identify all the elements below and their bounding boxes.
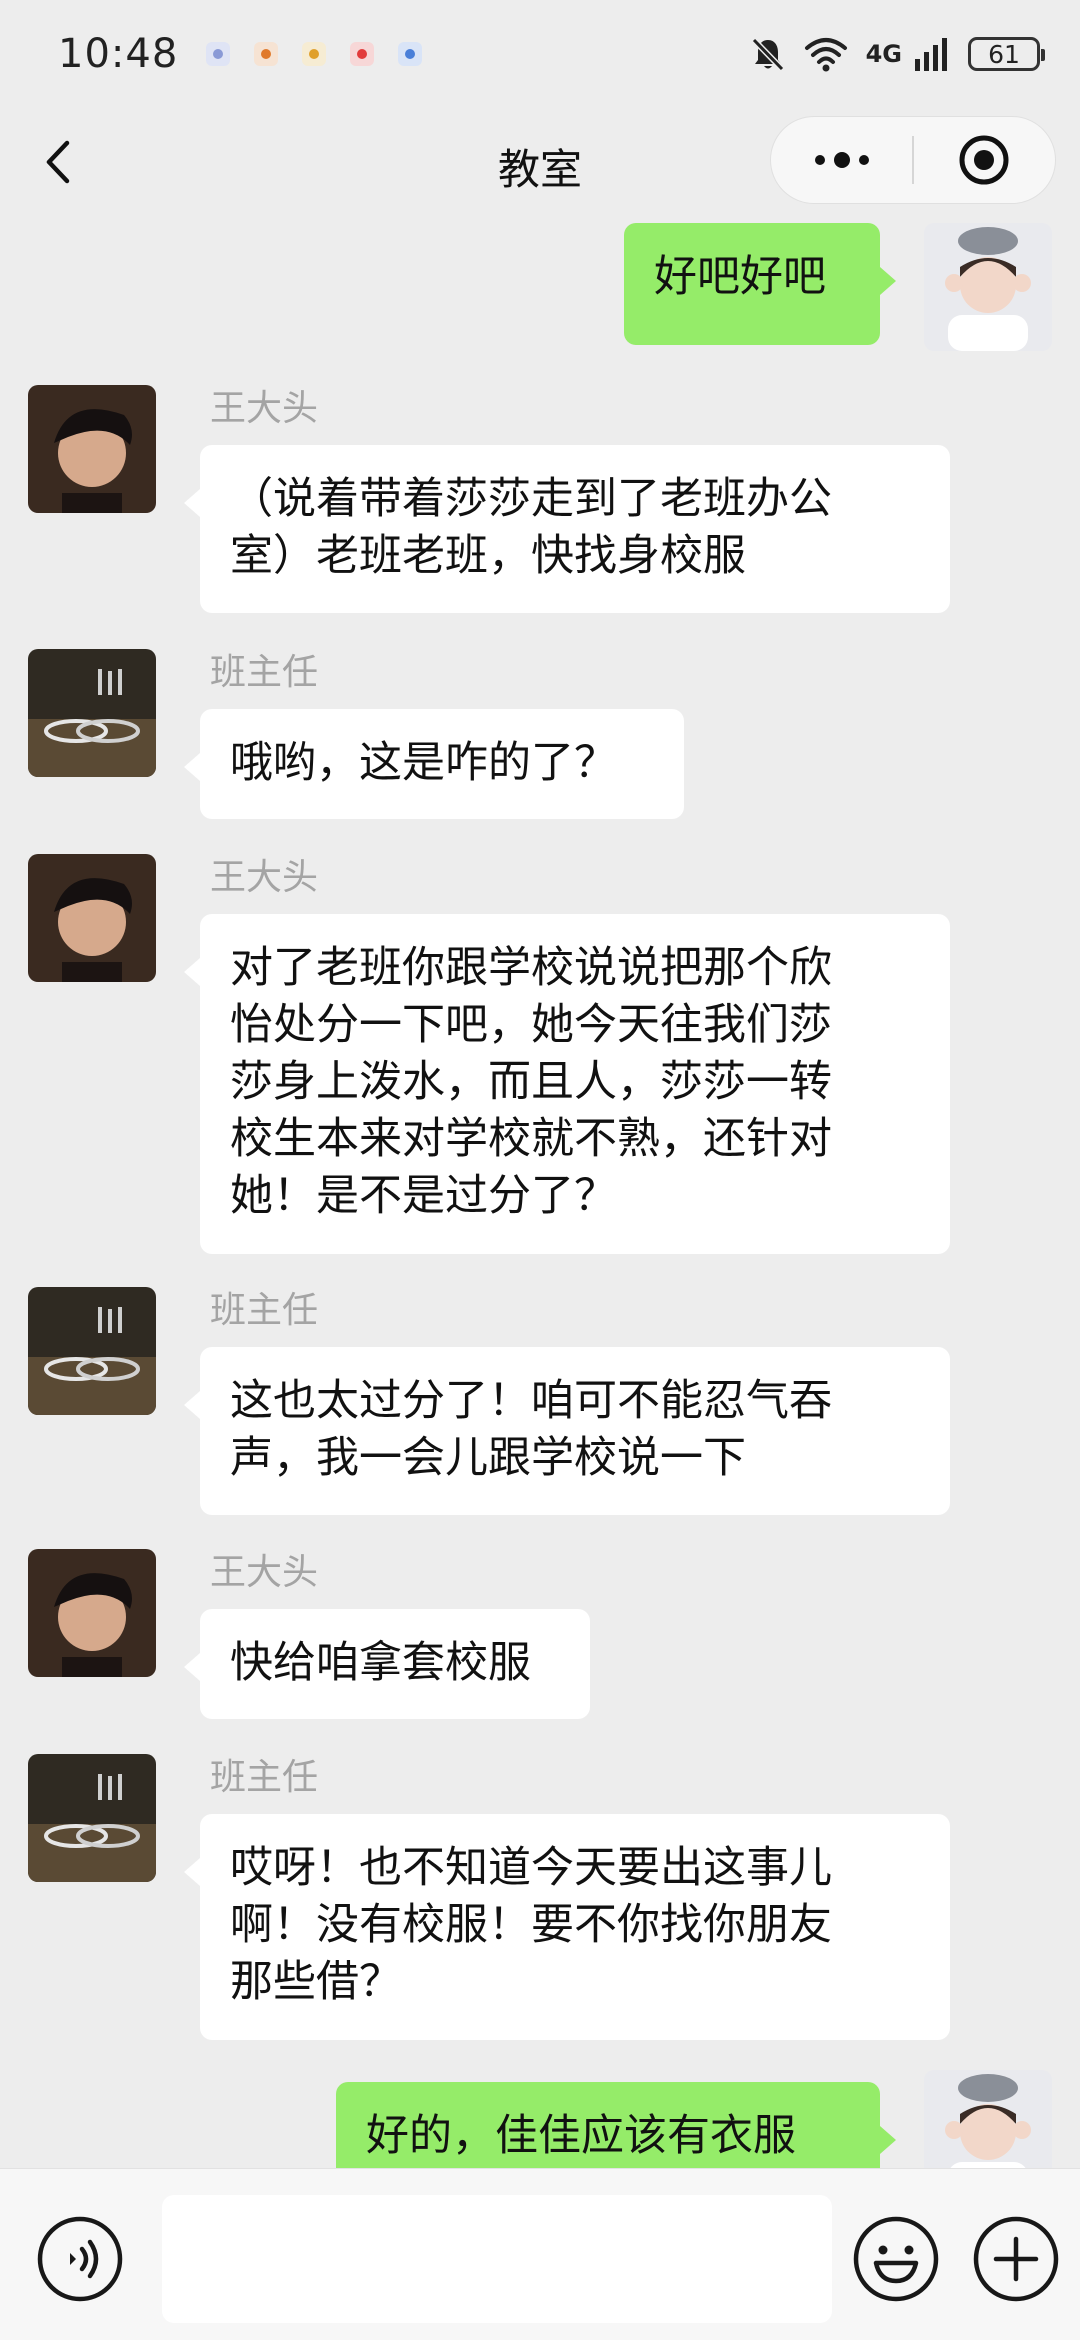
emoji-icon	[853, 2216, 939, 2302]
sender-avatar[interactable]	[28, 854, 156, 982]
app-notification-icon	[254, 42, 279, 66]
mini-program-capsule	[770, 116, 1056, 204]
more-dots-icon	[814, 152, 869, 168]
sender-avatar-image	[28, 1549, 156, 1677]
sender-name: 班主任	[210, 652, 319, 693]
message-list[interactable]: 好吧好吧 王大头 （说着带着莎莎走到了老班办公 室）老班老班，快找身校服 班主任…	[0, 218, 1080, 2168]
message-bubble[interactable]: 对了老班你跟学校说说把那个欣 怡处分一下吧，她今天往我们莎 莎身上泼水，而且人，…	[184, 914, 950, 1254]
sender-name: 班主任	[210, 1290, 319, 1331]
sender-avatar-image	[28, 649, 156, 777]
app-notification-icon	[302, 42, 327, 66]
sender-avatar[interactable]	[28, 1549, 156, 1677]
mute-bell-icon	[751, 37, 784, 72]
plus-icon	[973, 2216, 1059, 2302]
target-close-icon	[959, 135, 1009, 185]
status-time: 10:48	[58, 31, 179, 77]
message-bubble[interactable]: 好的，佳佳应该有衣服	[336, 2082, 896, 2168]
sender-avatar[interactable]	[28, 1287, 156, 1415]
status-bar: 10:48 4G 61	[0, 0, 1080, 108]
sender-avatar[interactable]	[28, 649, 156, 777]
sender-name: 王大头	[210, 388, 319, 429]
wifi-icon	[804, 38, 847, 72]
message-bubble[interactable]: 快给咱拿套校服	[184, 1609, 590, 1719]
self-avatar[interactable]	[924, 2070, 1052, 2168]
sender-name: 班主任	[210, 1757, 319, 1798]
voice-button[interactable]	[36, 2215, 124, 2303]
sender-avatar[interactable]	[28, 1754, 156, 1882]
title-bar: 教室	[0, 108, 1080, 218]
status-right: 4G 61	[750, 36, 1045, 72]
notification-icons	[206, 42, 423, 66]
self-avatar-image	[924, 2070, 1052, 2168]
sender-avatar-image	[28, 854, 156, 982]
message-bubble[interactable]: 好吧好吧	[624, 223, 896, 345]
sender-avatar-image	[28, 1754, 156, 1882]
emoji-button[interactable]	[852, 2215, 940, 2303]
more-button[interactable]	[771, 116, 912, 204]
sender-avatar-image	[28, 385, 156, 513]
sender-name: 王大头	[210, 1552, 319, 1593]
message-bubble[interactable]: （说着带着莎莎走到了老班办公 室）老班老班，快找身校服	[184, 445, 950, 613]
message-input[interactable]	[162, 2195, 832, 2323]
input-bar	[0, 2168, 1080, 2340]
signal-icon	[915, 38, 947, 71]
sender-avatar[interactable]	[28, 385, 156, 513]
network-label: 4G	[865, 40, 902, 68]
sender-avatar-image	[28, 1287, 156, 1415]
message-bubble[interactable]: 哎呀！也不知道今天要出这事儿 啊！没有校服！要不你找你朋友 那些借？	[184, 1814, 950, 2040]
add-button[interactable]	[972, 2215, 1060, 2303]
voice-icon	[37, 2216, 123, 2302]
message-bubble[interactable]: 这也太过分了！咱可不能忍气吞 声，我一会儿跟学校说一下	[184, 1347, 950, 1515]
battery-level: 61	[988, 39, 1020, 69]
sender-name: 王大头	[210, 857, 319, 898]
app-notification-icon	[206, 42, 231, 66]
battery-icon: 61	[968, 37, 1045, 71]
app-notification-icon	[350, 42, 375, 66]
message-bubble[interactable]: 哦哟，这是咋的了？	[184, 709, 684, 819]
self-avatar-image	[924, 223, 1052, 351]
close-button[interactable]	[914, 116, 1055, 204]
app-notification-icon	[398, 42, 423, 66]
self-avatar[interactable]	[924, 223, 1052, 351]
